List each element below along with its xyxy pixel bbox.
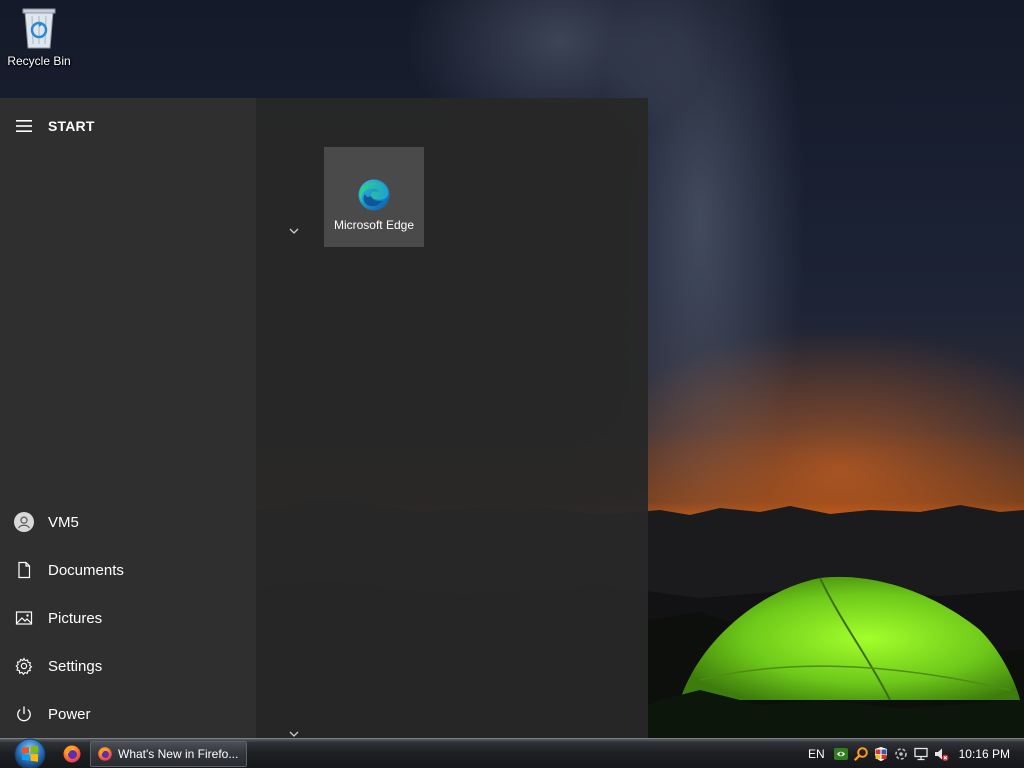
firefox-icon[interactable] — [62, 744, 82, 764]
network-icon[interactable] — [913, 746, 929, 762]
start-item-label: Power — [48, 705, 91, 723]
desktop-icon-label: Recycle Bin — [7, 54, 71, 68]
hamburger-menu-icon[interactable] — [0, 110, 48, 142]
collapse-chevron-icon[interactable] — [288, 227, 300, 235]
start-item-label: Settings — [48, 657, 103, 675]
sync-icon[interactable] — [893, 746, 909, 762]
user-avatar-icon — [14, 512, 34, 532]
start-menu-sidebar: START VM5 Documents Pictures Settings Po… — [0, 98, 256, 738]
document-icon — [18, 561, 31, 579]
security-shield-icon[interactable] — [873, 746, 889, 762]
start-item-label: VM5 — [48, 513, 79, 531]
start-menu-header: START — [0, 110, 256, 142]
start-item-label: Pictures — [48, 609, 103, 627]
taskbar-window-firefox[interactable]: What's New in Firefo... — [90, 741, 247, 767]
edge-icon — [358, 179, 390, 211]
gear-icon — [15, 657, 33, 675]
start-item-user[interactable]: VM5 — [0, 498, 256, 546]
search-icon[interactable] — [853, 746, 869, 762]
clock[interactable]: 10:16 PM — [959, 747, 1010, 761]
firefox-icon — [98, 747, 112, 761]
taskbar: What's New in Firefo... EN 10:16 PM — [0, 738, 1024, 768]
nvidia-icon[interactable] — [833, 746, 849, 762]
volume-muted-icon[interactable] — [933, 746, 949, 762]
start-item-label: Documents — [48, 561, 124, 579]
start-item-power[interactable]: Power — [0, 690, 256, 738]
expand-chevron-icon[interactable] — [288, 730, 300, 738]
language-indicator[interactable]: EN — [808, 747, 825, 761]
start-menu-title: START — [48, 118, 95, 134]
system-tray: EN 10:16 PM — [808, 739, 1024, 768]
tile-microsoft-edge[interactable]: Microsoft Edge — [324, 147, 424, 247]
start-item-documents[interactable]: Documents — [0, 546, 256, 594]
power-icon — [17, 706, 31, 722]
start-button[interactable] — [9, 737, 51, 768]
taskbar-window-title: What's New in Firefo... — [118, 747, 239, 761]
start-item-settings[interactable]: Settings — [0, 642, 256, 690]
desktop-icon-recycle-bin[interactable]: Recycle Bin — [4, 6, 74, 76]
start-menu: START VM5 Documents Pictures Settings Po… — [0, 98, 648, 738]
pictures-icon — [15, 611, 33, 625]
start-item-pictures[interactable]: Pictures — [0, 594, 256, 642]
recycle-bin-icon — [22, 8, 56, 49]
tile-label: Microsoft Edge — [333, 218, 415, 232]
windows-orb-icon — [14, 738, 46, 768]
